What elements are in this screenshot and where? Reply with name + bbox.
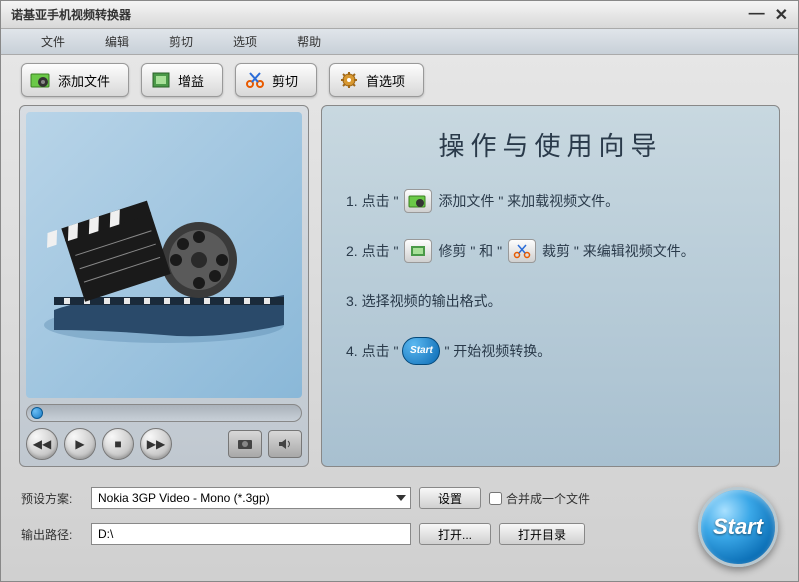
playback-controls: ◀◀ ▶ ■ ▶▶ (26, 428, 302, 460)
snapshot-button[interactable] (228, 430, 262, 458)
guide-step-4: 4. 点击 " Start " 开始视频转换。 (346, 337, 755, 365)
profile-row: 预设方案: Nokia 3GP Video - Mono (*.3gp) 设置 … (21, 487, 684, 509)
close-button[interactable]: ✕ (775, 5, 788, 25)
window-title: 诺基亚手机视频转换器 (11, 6, 749, 23)
volume-button[interactable] (268, 430, 302, 458)
titlebar-buttons: — ✕ (749, 5, 788, 25)
seek-thumb[interactable] (31, 407, 43, 419)
guide-step-1: 1. 点击 " 添加文件 " 来加载视频文件。 (346, 187, 755, 215)
gain-label: 增益 (178, 71, 204, 90)
open-dir-button[interactable]: 打开目录 (499, 523, 585, 545)
prefs-label: 首选项 (366, 71, 405, 90)
settings-button[interactable]: 设置 (419, 487, 481, 509)
gain-button[interactable]: 增益 (141, 63, 223, 97)
merge-checkbox-wrap[interactable]: 合并成一个文件 (489, 490, 590, 507)
form-area: 预设方案: Nokia 3GP Video - Mono (*.3gp) 设置 … (21, 487, 684, 545)
start-icon: Start (402, 337, 440, 365)
trim-icon (404, 239, 432, 263)
cut-label: 剪切 (272, 71, 298, 90)
merge-checkbox[interactable] (489, 492, 502, 505)
menu-help[interactable]: 帮助 (277, 29, 341, 54)
app-window: 诺基亚手机视频转换器 — ✕ 文件 编辑 剪切 选项 帮助 添加文件 增益 剪切… (0, 0, 799, 582)
prefs-button[interactable]: 首选项 (329, 63, 424, 97)
guide-step-2: 2. 点击 " 修剪 " 和 " 裁剪 " 来编辑视频文件。 (346, 237, 755, 265)
add-file-label: 添加文件 (58, 71, 110, 90)
scissors-icon (244, 69, 266, 91)
cut-button[interactable]: 剪切 (235, 63, 317, 97)
video-preview (26, 112, 302, 398)
menubar: 文件 编辑 剪切 选项 帮助 (1, 29, 798, 55)
output-path-input[interactable] (91, 523, 411, 545)
menu-options[interactable]: 选项 (213, 29, 277, 54)
play-button[interactable]: ▶ (64, 428, 96, 460)
folder-film-icon (30, 69, 52, 91)
titlebar: 诺基亚手机视频转换器 — ✕ (1, 1, 798, 29)
folder-film-icon (404, 189, 432, 213)
stop-button[interactable]: ■ (102, 428, 134, 460)
toolbar: 添加文件 增益 剪切 首选项 (1, 55, 798, 105)
start-button[interactable]: Start (698, 487, 778, 567)
clapper-reel-icon (34, 165, 294, 345)
gear-icon (338, 69, 360, 91)
bottom-bar: 预设方案: Nokia 3GP Video - Mono (*.3gp) 设置 … (1, 477, 798, 581)
profile-label: 预设方案: (21, 490, 83, 507)
guide-title: 操作与使用向导 (346, 126, 755, 163)
rewind-button[interactable]: ◀◀ (26, 428, 58, 460)
preview-panel: ◀◀ ▶ ■ ▶▶ (19, 105, 309, 467)
gain-icon (150, 69, 172, 91)
menu-file[interactable]: 文件 (21, 29, 85, 54)
merge-label: 合并成一个文件 (506, 490, 590, 507)
profile-select[interactable]: Nokia 3GP Video - Mono (*.3gp) (91, 487, 411, 509)
output-label: 输出路径: (21, 526, 83, 543)
minimize-button[interactable]: — (749, 5, 765, 25)
menu-cut[interactable]: 剪切 (149, 29, 213, 54)
output-row: 输出路径: 打开... 打开目录 (21, 523, 684, 545)
add-file-button[interactable]: 添加文件 (21, 63, 129, 97)
menu-edit[interactable]: 编辑 (85, 29, 149, 54)
open-button[interactable]: 打开... (419, 523, 491, 545)
forward-button[interactable]: ▶▶ (140, 428, 172, 460)
guide-panel: 操作与使用向导 1. 点击 " 添加文件 " 来加载视频文件。 2. 点击 " … (321, 105, 780, 467)
scissors-icon (508, 239, 536, 263)
guide-step-3: 3. 选择视频的输出格式。 (346, 287, 755, 315)
seek-slider[interactable] (26, 404, 302, 422)
main-area: ◀◀ ▶ ■ ▶▶ 操作与使用向导 1. 点击 " 添加文件 " 来加载视频文件… (1, 105, 798, 477)
